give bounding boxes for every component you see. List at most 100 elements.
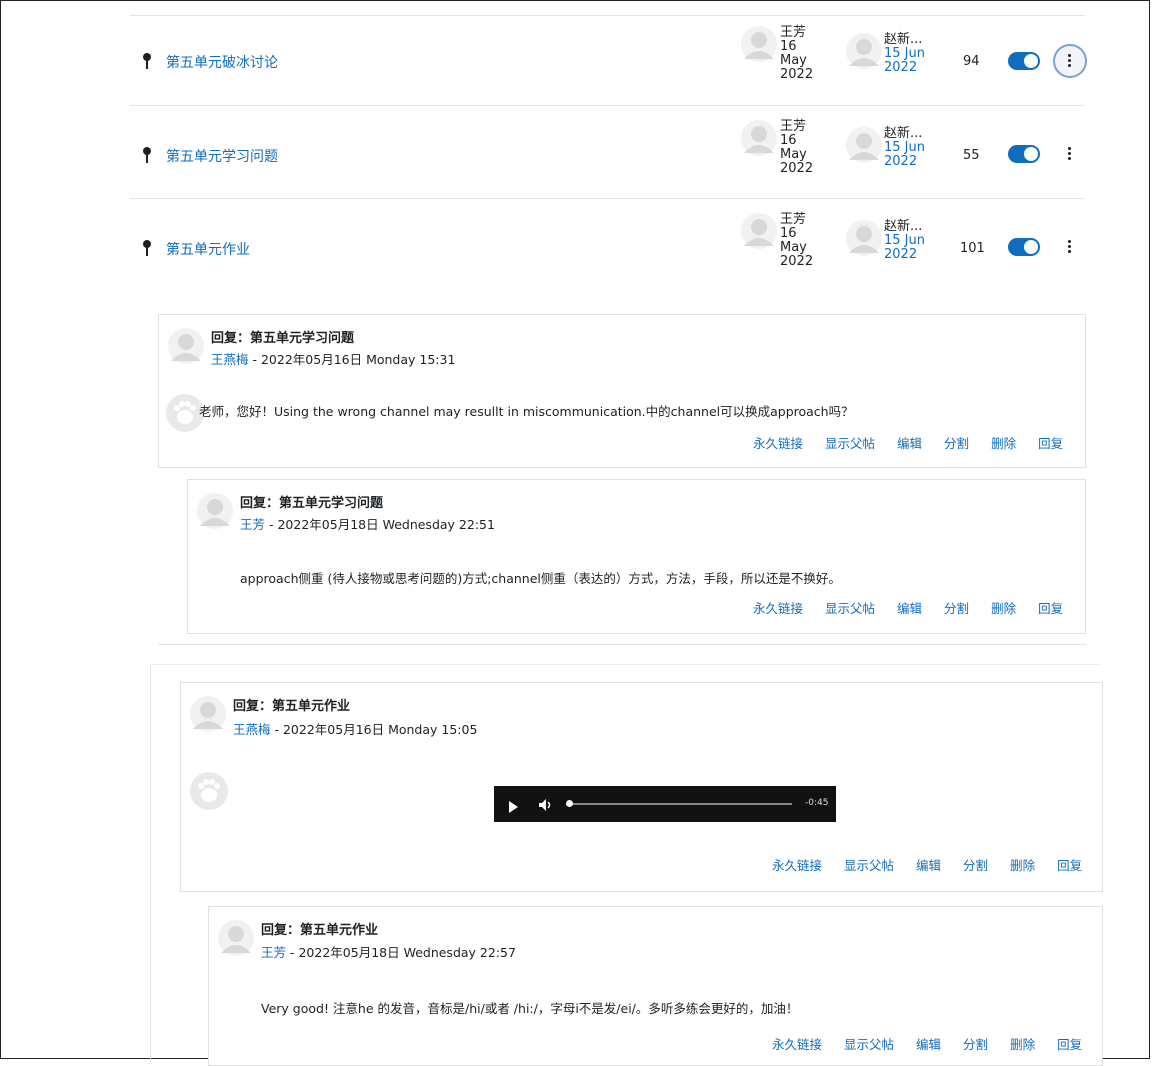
started-date-year: 2022 bbox=[780, 254, 814, 269]
last-post-meta: 赵新... 15 Jun 2022 bbox=[884, 220, 925, 262]
delete-link[interactable]: 删除 bbox=[1010, 1037, 1035, 1052]
last-post-name: 赵新... bbox=[884, 32, 923, 47]
section-divider bbox=[150, 664, 1100, 665]
discussion-title-link[interactable]: 第五单元作业 bbox=[166, 239, 250, 259]
last-post-name: 赵新... bbox=[884, 219, 923, 234]
split-link[interactable]: 分割 bbox=[944, 436, 969, 451]
post-byline: 王芳 - 2022年05月18日 Wednesday 22:57 bbox=[261, 942, 516, 961]
toggle-knob bbox=[1024, 240, 1038, 254]
play-icon[interactable] bbox=[508, 798, 518, 817]
last-post-date-year[interactable]: 2022 bbox=[884, 155, 925, 169]
post-actions: 永久链接 显示父帖 编辑 分割 删除 回复 bbox=[772, 855, 1082, 874]
subscribe-toggle[interactable] bbox=[1008, 52, 1040, 70]
kebab-icon bbox=[1068, 54, 1072, 68]
delete-link[interactable]: 删除 bbox=[1010, 858, 1035, 873]
show-parent-link[interactable]: 显示父帖 bbox=[825, 436, 875, 451]
row-divider bbox=[130, 15, 1085, 16]
reply-count: 101 bbox=[960, 241, 985, 256]
last-post-date-year[interactable]: 2022 bbox=[884, 248, 925, 262]
reply-link[interactable]: 回复 bbox=[1038, 436, 1063, 451]
pin-icon bbox=[141, 146, 155, 164]
split-link[interactable]: 分割 bbox=[963, 1037, 988, 1052]
started-by-meta: 王芳 16 May 2022 bbox=[780, 120, 813, 176]
last-post-date-link[interactable]: 15 Jun bbox=[884, 234, 925, 248]
post-body: Very good! 注意he 的发音，音标是/hi/或者 /hi:/，字母i不… bbox=[261, 1001, 799, 1016]
permalink-link[interactable]: 永久链接 bbox=[772, 858, 822, 873]
avatar bbox=[740, 212, 778, 250]
audio-progress-track[interactable] bbox=[570, 803, 792, 805]
post-author-link[interactable]: 王芳 bbox=[240, 517, 265, 532]
post-title: 回复：第五单元作业 bbox=[233, 699, 351, 714]
post-author-link[interactable]: 王燕梅 bbox=[233, 722, 271, 737]
reply-link[interactable]: 回复 bbox=[1038, 601, 1063, 616]
started-date-day: 16 bbox=[780, 39, 797, 54]
audio-progress-handle[interactable] bbox=[566, 800, 573, 807]
permalink-link[interactable]: 永久链接 bbox=[753, 601, 803, 616]
volume-icon[interactable] bbox=[538, 797, 552, 816]
started-date-year: 2022 bbox=[780, 161, 814, 176]
started-by-name: 王芳 bbox=[780, 119, 807, 134]
post-actions: 永久链接 显示父帖 编辑 分割 删除 回复 bbox=[753, 598, 1063, 617]
edit-link[interactable]: 编辑 bbox=[897, 601, 922, 616]
started-date-day: 16 bbox=[780, 226, 797, 241]
last-post-meta: 赵新... 15 Jun 2022 bbox=[884, 33, 925, 75]
edit-link[interactable]: 编辑 bbox=[897, 436, 922, 451]
post-byline: 王燕梅 - 2022年05月16日 Monday 15:05 bbox=[233, 719, 477, 738]
edit-link[interactable]: 编辑 bbox=[916, 1037, 941, 1052]
kebab-icon[interactable] bbox=[1068, 240, 1072, 254]
row-divider bbox=[130, 105, 1085, 106]
post-date: - 2022年05月18日 Wednesday 22:51 bbox=[265, 517, 495, 532]
show-parent-link[interactable]: 显示父帖 bbox=[825, 601, 875, 616]
discussion-title-link[interactable]: 第五单元学习问题 bbox=[166, 146, 278, 166]
avatar bbox=[196, 492, 234, 530]
discussion-title-link[interactable]: 第五单元破冰讨论 bbox=[166, 52, 278, 72]
post-byline: 王燕梅 - 2022年05月16日 Monday 15:31 bbox=[211, 349, 455, 368]
subscribe-toggle[interactable] bbox=[1008, 145, 1040, 163]
forum-post: 回复：第五单元学习问题 王燕梅 - 2022年05月16日 Monday 15:… bbox=[158, 314, 1086, 468]
toggle-knob bbox=[1024, 54, 1038, 68]
section-divider bbox=[158, 644, 1086, 645]
pin-icon bbox=[141, 52, 155, 70]
started-by-name: 王芳 bbox=[780, 25, 807, 40]
audio-player: -0:45 bbox=[494, 786, 836, 822]
started-by-meta: 王芳 16 May 2022 bbox=[780, 213, 813, 269]
split-link[interactable]: 分割 bbox=[963, 858, 988, 873]
reply-link[interactable]: 回复 bbox=[1057, 858, 1082, 873]
post-body: 老师，您好！Using the wrong channel may resull… bbox=[199, 404, 854, 419]
last-post-date-link[interactable]: 15 Jun bbox=[884, 141, 925, 155]
avatar bbox=[217, 919, 255, 957]
delete-link[interactable]: 删除 bbox=[991, 436, 1016, 451]
avatar bbox=[740, 25, 778, 63]
started-date-month: May bbox=[780, 147, 807, 162]
post-actions: 永久链接 显示父帖 编辑 分割 删除 回复 bbox=[753, 433, 1063, 452]
audio-time-remaining: -0:45 bbox=[805, 798, 829, 808]
section-left-border bbox=[150, 664, 151, 1061]
avatar bbox=[845, 32, 883, 70]
subscribe-toggle[interactable] bbox=[1008, 238, 1040, 256]
post-byline: 王芳 - 2022年05月18日 Wednesday 22:51 bbox=[240, 514, 495, 533]
kebab-icon[interactable] bbox=[1068, 147, 1072, 161]
reply-link[interactable]: 回复 bbox=[1057, 1037, 1082, 1052]
started-date-month: May bbox=[780, 53, 807, 68]
show-parent-link[interactable]: 显示父帖 bbox=[844, 858, 894, 873]
post-author-link[interactable]: 王燕梅 bbox=[211, 352, 249, 367]
row-divider bbox=[130, 198, 1085, 199]
post-author-link[interactable]: 王芳 bbox=[261, 945, 286, 960]
started-by-name: 王芳 bbox=[780, 212, 807, 227]
post-body: approach侧重 (待人接物或思考问题的)方式;channel侧重（表达的）… bbox=[240, 571, 841, 586]
avatar bbox=[740, 119, 778, 157]
toggle-knob bbox=[1024, 147, 1038, 161]
last-post-date-link[interactable]: 15 Jun bbox=[884, 47, 925, 61]
post-date: - 2022年05月18日 Wednesday 22:57 bbox=[286, 945, 516, 960]
show-parent-link[interactable]: 显示父帖 bbox=[844, 1037, 894, 1052]
permalink-link[interactable]: 永久链接 bbox=[753, 436, 803, 451]
forum-post-reply: 回复：第五单元学习问题 王芳 - 2022年05月18日 Wednesday 2… bbox=[187, 479, 1086, 634]
post-date: - 2022年05月16日 Monday 15:05 bbox=[270, 722, 478, 737]
edit-link[interactable]: 编辑 bbox=[916, 858, 941, 873]
avatar bbox=[167, 327, 205, 365]
post-actions: 永久链接 显示父帖 编辑 分割 删除 回复 bbox=[772, 1034, 1082, 1053]
permalink-link[interactable]: 永久链接 bbox=[772, 1037, 822, 1052]
split-link[interactable]: 分割 bbox=[944, 601, 969, 616]
last-post-date-year[interactable]: 2022 bbox=[884, 61, 925, 75]
delete-link[interactable]: 删除 bbox=[991, 601, 1016, 616]
